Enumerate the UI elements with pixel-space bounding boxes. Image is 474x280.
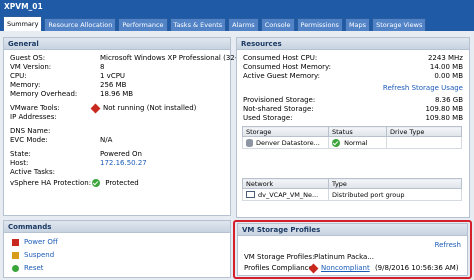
general-row-dns-name: DNS Name: bbox=[10, 127, 51, 135]
tab-resource-allocation[interactable]: Resource Allocation bbox=[44, 18, 117, 31]
power-off-icon bbox=[12, 238, 19, 246]
host-link[interactable]: 172.16.50.27 bbox=[100, 159, 147, 168]
drive-type-col-header[interactable]: Drive Type bbox=[386, 126, 462, 137]
storage-col-header[interactable]: Storage bbox=[242, 126, 329, 137]
noncompliant-icon bbox=[308, 263, 319, 273]
resource-row-provisioned: Provisioned Storage: 8.36 GB bbox=[243, 96, 463, 104]
error-icon bbox=[90, 103, 101, 113]
storage-table: Storage Status Drive Type Denver Datasto… bbox=[242, 126, 462, 149]
resource-row-not-shared: Not-shared Storage: 109.80 MB bbox=[243, 105, 463, 113]
table-row[interactable]: dv_VCAP_VM_Ne... Distributed port group bbox=[242, 188, 462, 201]
resources-panel: Resources Consumed Host CPU: 2243 MHz Con… bbox=[236, 37, 470, 218]
commands-panel-title: Commands bbox=[4, 221, 230, 233]
general-row-ip-addresses: IP Addresses: bbox=[10, 113, 57, 121]
general-row-active-tasks: Active Tasks: bbox=[10, 168, 55, 176]
tab-permissions[interactable]: Permissions bbox=[296, 18, 343, 31]
resource-row-host-memory: Consumed Host Memory: 14.00 MB bbox=[243, 63, 463, 71]
resource-row-guest-memory: Active Guest Memory: 0.00 MB bbox=[243, 72, 463, 80]
general-row-state: State: Powered On bbox=[10, 150, 142, 158]
status-col-header[interactable]: Status bbox=[328, 126, 387, 137]
reset-command[interactable]: Reset bbox=[12, 264, 238, 273]
general-row-host: Host: 172.16.50.27 bbox=[10, 159, 147, 168]
profiles-refresh-link[interactable]: Refresh bbox=[435, 241, 461, 250]
refresh-storage-usage-link[interactable]: Refresh Storage Usage bbox=[383, 84, 463, 93]
tab-console[interactable]: Console bbox=[260, 18, 295, 31]
general-row-memory-overhead: Memory Overhead: 18.96 MB bbox=[10, 90, 134, 98]
tab-strip: Summary Resource Allocation Performance … bbox=[0, 13, 474, 31]
storage-profiles-title: VM Storage Profiles bbox=[238, 224, 467, 236]
summary-content: General Guest OS: Microsoft Windows XP Pr… bbox=[0, 31, 474, 280]
tab-tasks-events[interactable]: Tasks & Events bbox=[169, 18, 227, 31]
general-row-vmware-tools: VMware Tools: Not running (Not installed) bbox=[10, 103, 197, 113]
power-off-command[interactable]: Power Off bbox=[12, 238, 238, 247]
table-row[interactable]: Denver Datastore... Normal bbox=[242, 136, 462, 149]
resources-panel-title: Resources bbox=[237, 38, 469, 50]
general-row-evc-mode: EVC Mode: N/A bbox=[10, 136, 113, 144]
network-table: Network Type dv_VCAP_VM_Ne... Distribute… bbox=[242, 178, 462, 201]
type-col-header[interactable]: Type bbox=[328, 178, 462, 189]
general-panel-title: General bbox=[4, 38, 230, 50]
tab-performance[interactable]: Performance bbox=[118, 18, 168, 31]
general-row-guest-os: Guest OS: Microsoft Windows XP Profession… bbox=[10, 54, 249, 62]
reset-icon bbox=[12, 264, 19, 272]
window-title: XPVM_01 bbox=[4, 2, 43, 11]
tab-summary[interactable]: Summary bbox=[3, 16, 43, 31]
network-icon bbox=[246, 191, 255, 198]
profiles-refresh-row: Refresh bbox=[238, 241, 467, 250]
commands-panel: Commands Power Off Suspend Reset bbox=[3, 220, 231, 278]
general-panel: General Guest OS: Microsoft Windows XP Pr… bbox=[3, 37, 249, 216]
general-row-ha-protection: vSphere HA Protection: Protected bbox=[10, 179, 139, 187]
general-row-memory: Memory: 256 MB bbox=[10, 81, 127, 89]
datastore-icon bbox=[246, 138, 253, 147]
tab-maps[interactable]: Maps bbox=[344, 18, 371, 31]
suspend-command[interactable]: Suspend bbox=[12, 251, 238, 260]
tab-storage-views[interactable]: Storage Views bbox=[372, 18, 427, 31]
protected-check-icon bbox=[92, 179, 100, 187]
resource-row-host-cpu: Consumed Host CPU: 2243 MHz bbox=[243, 54, 463, 62]
storage-profiles-panel: VM Storage Profiles Refresh VM Storage P… bbox=[237, 223, 468, 276]
general-row-vm-version: VM Version: 8 bbox=[10, 63, 105, 71]
general-row-cpu: CPU: 1 vCPU bbox=[10, 72, 126, 80]
resource-row-used: Used Storage: 109.80 MB bbox=[243, 114, 463, 122]
profiles-compliance-row: Profiles Compliance: Noncompliant (9/8/2… bbox=[244, 263, 459, 273]
refresh-storage-row: Refresh Storage Usage bbox=[237, 84, 469, 93]
window-title-bar: XPVM_01 bbox=[0, 0, 474, 13]
noncompliant-link[interactable]: Noncompliant bbox=[321, 264, 370, 272]
tab-alarms[interactable]: Alarms bbox=[228, 18, 259, 31]
normal-status-icon bbox=[332, 138, 340, 147]
vm-storage-profiles-row: VM Storage Profiles: Platinum Packa... bbox=[244, 253, 375, 261]
suspend-icon bbox=[12, 251, 19, 259]
network-col-header[interactable]: Network bbox=[242, 178, 329, 189]
